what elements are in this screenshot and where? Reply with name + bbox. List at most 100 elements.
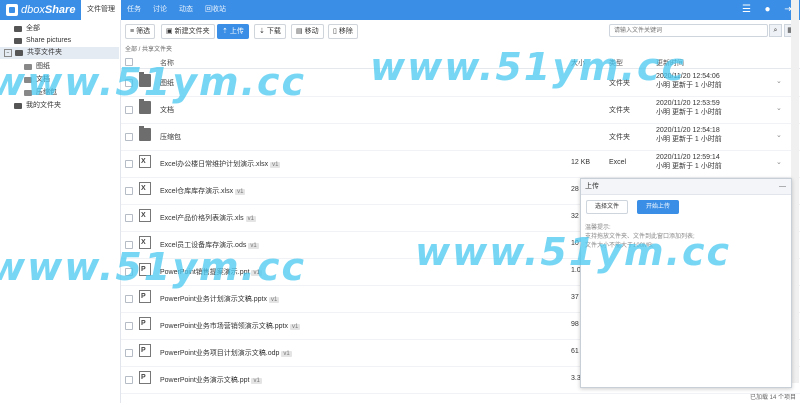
table-row[interactable]: 文档 文件夹 2020/11/20 12:53:59 小明 更新于 1 小时前 ⌄ [121,96,800,124]
row-checkbox[interactable] [125,268,133,276]
row-checkbox[interactable] [125,241,133,249]
file-name[interactable]: PowerPoint业务计划演示文稿.pptx v1 [160,294,280,304]
row-checkbox[interactable] [125,160,133,168]
file-name-text: PowerPoint销售提案演示.ppt [160,269,250,276]
row-checkbox[interactable] [125,106,133,114]
row-menu-icon[interactable]: ⌄ [776,131,782,139]
file-type: 文件夹 [609,80,630,87]
file-size: 61 [571,348,579,355]
nav-activity[interactable]: 动态 [173,0,199,20]
file-name-text: Excel员工设备库存演示.ods [160,242,247,249]
search-input[interactable] [609,24,768,37]
tree-item-share-pictures[interactable]: Share pictures [14,35,71,47]
status-text: 已加载 14 个项目 [749,395,796,401]
row-checkbox[interactable] [125,187,133,195]
row-checkbox[interactable] [125,214,133,222]
nav-file-management[interactable]: 文件管理 [81,0,121,20]
table-row[interactable]: Excel办公楼日常维护计划演示.xlsxv1 12 KB Excel 2020/11… [121,150,800,178]
version-badge: v1 [281,351,292,357]
start-upload-button[interactable]: 开始上传 [637,200,680,214]
powerpoint-file-icon [139,317,151,330]
powerpoint-file-icon [139,263,151,276]
nav-tasks[interactable]: 任务 [121,0,147,20]
user-icon[interactable]: ● [762,4,773,15]
new-folder-button[interactable]: ▣ 新建文件夹 [161,24,215,39]
updated-date: 2020/11/20 12:54:18 [656,127,720,134]
tree-item-drawings[interactable]: 图纸 [24,61,50,73]
file-name[interactable]: PowerPoint业务演示文稿.ppt v1 [160,375,262,385]
file-name[interactable]: Excel员工设备库存演示.ods v1 [160,240,259,250]
trash-icon: ▯ [333,28,337,35]
excel-file-icon [139,155,151,168]
file-name[interactable]: PowerPoint业务市场营销领演示文稿.pptx v1 [160,321,301,331]
file-name[interactable]: PowerPoint销售提案演示.ppt v1 [160,267,262,277]
file-name-text: 压缩包 [160,134,181,141]
remove-button[interactable]: ▯ 移除 [328,24,358,39]
select-all-checkbox[interactable] [125,58,133,66]
file-name-text: PowerPoint业务演示文稿.ppt [160,377,250,384]
filter-label: 筛选 [136,28,151,35]
tree-item-label: 全部 [26,25,40,32]
collapse-icon[interactable]: − [4,49,12,57]
app-logo[interactable]: dboxShare [6,3,75,17]
header-updated[interactable]: 更新时间 [656,58,684,68]
version-badge: v1 [251,270,262,276]
header-size[interactable]: 大小 [571,58,585,68]
nav-recycle-bin[interactable]: 回收站 [199,0,232,20]
row-checkbox[interactable] [125,376,133,384]
row-checkbox[interactable] [125,322,133,330]
file-name-text: 文档 [160,107,174,114]
file-name-text: Excel办公楼日常维护计划演示.xlsx [160,161,269,168]
upload-button[interactable]: ⇡ 上传 [217,24,249,39]
row-checkbox[interactable] [125,79,133,87]
minimize-icon[interactable]: — [779,179,786,194]
new-folder-label: 新建文件夹 [174,28,210,35]
new-folder-icon: ▣ [166,28,173,35]
row-checkbox[interactable] [125,133,133,141]
header-name[interactable]: 名称 [160,58,174,68]
upload-panel-title: 上传 [585,183,599,190]
breadcrumb[interactable]: 全部 / 共享文件夹 [125,44,172,53]
select-file-button[interactable]: 选择文件 [586,200,629,214]
header-type[interactable]: 类型 [609,58,623,68]
row-menu-icon[interactable]: ⌄ [776,77,782,85]
move-button[interactable]: ▤ 移动 [291,24,324,39]
nav-discussion[interactable]: 讨论 [147,0,173,20]
upload-hint-title: 温馨提示: [585,225,611,231]
menu-icon[interactable]: ☰ [741,4,752,15]
tree-item-documents[interactable]: 文档 [24,74,50,86]
powerpoint-file-icon [139,290,151,303]
row-menu-icon[interactable]: ⌄ [776,104,782,112]
tree-item-shared-folder[interactable]: − 共享文件夹 [0,47,119,59]
row-checkbox[interactable] [125,295,133,303]
table-row[interactable]: 压缩包 文件夹 2020/11/20 12:54:18 小明 更新于 1 小时前 ⌄ [121,123,800,151]
folder-icon [24,64,32,70]
tree-item-my-folder[interactable]: 我的文件夹 [14,100,61,112]
file-name[interactable]: Excel产品价格列表演示.xls v1 [160,213,256,223]
file-name[interactable]: 压缩包 [160,132,181,142]
file-name[interactable]: 图纸 [160,78,174,88]
table-row[interactable]: 图纸 文件夹 2020/11/20 12:54:06 小明 更新于 1 小时前 ⌄ [121,69,800,97]
file-name[interactable]: PowerPoint业务项目计划演示文稿.odp v1 [160,348,292,358]
file-type: 文件夹 [609,107,630,114]
search-button[interactable]: ⌕ [769,24,782,37]
tree-item-archives[interactable]: 压缩包 [24,87,57,99]
version-badge: v1 [235,189,246,195]
file-name-text: PowerPoint业务计划演示文稿.pptx [160,296,267,303]
tree-item-label: 共享文件夹 [27,49,62,56]
top-bar: dboxShare 文件管理 任务 讨论 动态 回收站 ☰ ● ⇥ [0,0,800,20]
file-name[interactable]: Excel仓库库存演示.xlsx v1 [160,186,246,196]
file-name[interactable]: 文档 [160,105,174,115]
updated-by: 小明 更新于 1 小时前 [656,109,722,116]
file-name[interactable]: Excel办公楼日常维护计划演示.xlsx v1 [160,159,281,169]
folder-icon [14,103,22,109]
tree-item-all[interactable]: 全部 [14,23,40,35]
file-type: Excel [609,159,627,166]
filter-button[interactable]: ≡ 筛选 [125,24,156,39]
row-checkbox[interactable] [125,349,133,357]
download-button[interactable]: ⇣ 下载 [254,24,286,39]
folder-icon [24,77,32,83]
toolbar: ≡筛选 ▣新建文件夹 ⇡上传 ⇣下载 ▤移动 ▯移除 ⌕ ▦ [121,24,800,39]
row-menu-icon[interactable]: ⌄ [776,158,782,166]
vertical-scrollbar[interactable] [791,0,799,383]
